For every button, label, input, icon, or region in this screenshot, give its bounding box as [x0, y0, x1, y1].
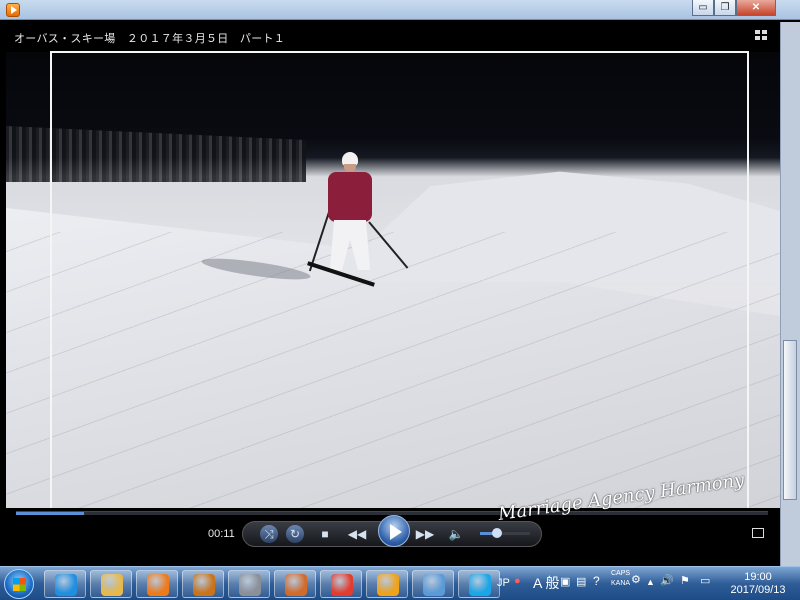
- rewind-icon[interactable]: ◀◀: [344, 525, 370, 543]
- volume-icon[interactable]: 🔈: [448, 525, 464, 543]
- shuffle-icon[interactable]: ⤨: [260, 525, 278, 543]
- file-explorer-icon: [101, 574, 123, 596]
- ime-icon[interactable]: ●: [514, 575, 521, 587]
- play-button[interactable]: [378, 515, 410, 547]
- window-titlebar[interactable]: ▭ ❐ ✕: [0, 0, 800, 20]
- ime-options-icon[interactable]: ⚙: [631, 573, 641, 586]
- clock-date: 2017/09/13: [730, 584, 786, 596]
- seek-bar-fill: [16, 512, 84, 515]
- restore-button[interactable]: ❐: [714, 0, 736, 16]
- skier: [306, 152, 416, 332]
- clock-time: 19:00: [744, 571, 772, 583]
- volume-slider[interactable]: [480, 532, 530, 535]
- tools-icon[interactable]: ▤: [576, 575, 586, 588]
- taskbar-internet-explorer[interactable]: [44, 570, 86, 598]
- playback-controls: 00:11 ⤨ ↻ ■ ◀◀ ▶▶ 🔈: [6, 508, 780, 550]
- skype-icon: [469, 574, 491, 596]
- taskbar-clock[interactable]: 19:00 2017/09/13: [726, 571, 790, 597]
- media-app-icon: [193, 574, 215, 596]
- close-button[interactable]: ✕: [736, 0, 776, 16]
- fullscreen-icon[interactable]: [752, 528, 764, 538]
- repeat-icon[interactable]: ↻: [286, 525, 304, 543]
- ime-mode-indicator[interactable]: A 般: [533, 573, 559, 593]
- taskbar-media-app[interactable]: [182, 570, 224, 598]
- scrollbar-thumb[interactable]: [783, 340, 797, 500]
- taskbar-video-app[interactable]: [320, 570, 362, 598]
- fast-forward-icon[interactable]: ▶▶: [412, 525, 438, 543]
- switch-to-library-icon[interactable]: [755, 30, 768, 41]
- stop-icon[interactable]: ■: [318, 525, 332, 543]
- window-controls: ▭ ❐ ✕: [692, 0, 776, 16]
- taskbar-windows-media-player[interactable]: [136, 570, 178, 598]
- taskbar-file-explorer[interactable]: [90, 570, 132, 598]
- taskbar-skype[interactable]: [458, 570, 500, 598]
- video-app-icon: [331, 574, 353, 596]
- windows-media-player-icon: [147, 574, 169, 596]
- taskbar: JP ● A 般 ▣ ▤ ? CAPS KANA ⚙ ▲ 🔊 ⚑ ▭ 19:00…: [0, 566, 800, 600]
- taskbar-audio-app[interactable]: [366, 570, 408, 598]
- help-icon[interactable]: ?: [593, 574, 600, 588]
- paint-app-icon: [423, 574, 445, 596]
- taskbar-camera-app[interactable]: [228, 570, 270, 598]
- speaker-icon[interactable]: 🔊: [660, 574, 674, 587]
- video-frame[interactable]: [6, 52, 780, 532]
- volume-slider-knob[interactable]: [492, 528, 502, 538]
- taskbar-paint-app[interactable]: [412, 570, 454, 598]
- audio-app-icon: [377, 574, 399, 596]
- minimize-button[interactable]: ▭: [692, 0, 714, 16]
- action-center-flag-icon[interactable]: ⚑: [680, 574, 690, 587]
- show-hidden-icons-icon[interactable]: ▲: [646, 577, 655, 587]
- video-title: オーバス・スキー場 ２０１７年３月５日 パート１: [14, 33, 286, 45]
- internet-explorer-icon: [55, 574, 77, 596]
- dictionary-icon[interactable]: ▣: [560, 575, 570, 588]
- tree-line: [6, 126, 306, 182]
- edit-app-icon: [285, 574, 307, 596]
- kana-indicator: KANA: [611, 580, 631, 587]
- video-player: オーバス・スキー場 ２０１７年３月５日 パート１: [6, 22, 780, 550]
- start-button[interactable]: [4, 569, 34, 599]
- language-indicator[interactable]: JP: [497, 577, 510, 589]
- media-player-app-icon[interactable]: [6, 3, 20, 17]
- taskbar-edit-app[interactable]: [274, 570, 316, 598]
- camera-app-icon: [239, 574, 261, 596]
- elapsed-time: 00:11: [208, 528, 235, 540]
- network-icon[interactable]: ▭: [700, 574, 710, 587]
- caps-indicator: CAPS: [611, 570, 631, 577]
